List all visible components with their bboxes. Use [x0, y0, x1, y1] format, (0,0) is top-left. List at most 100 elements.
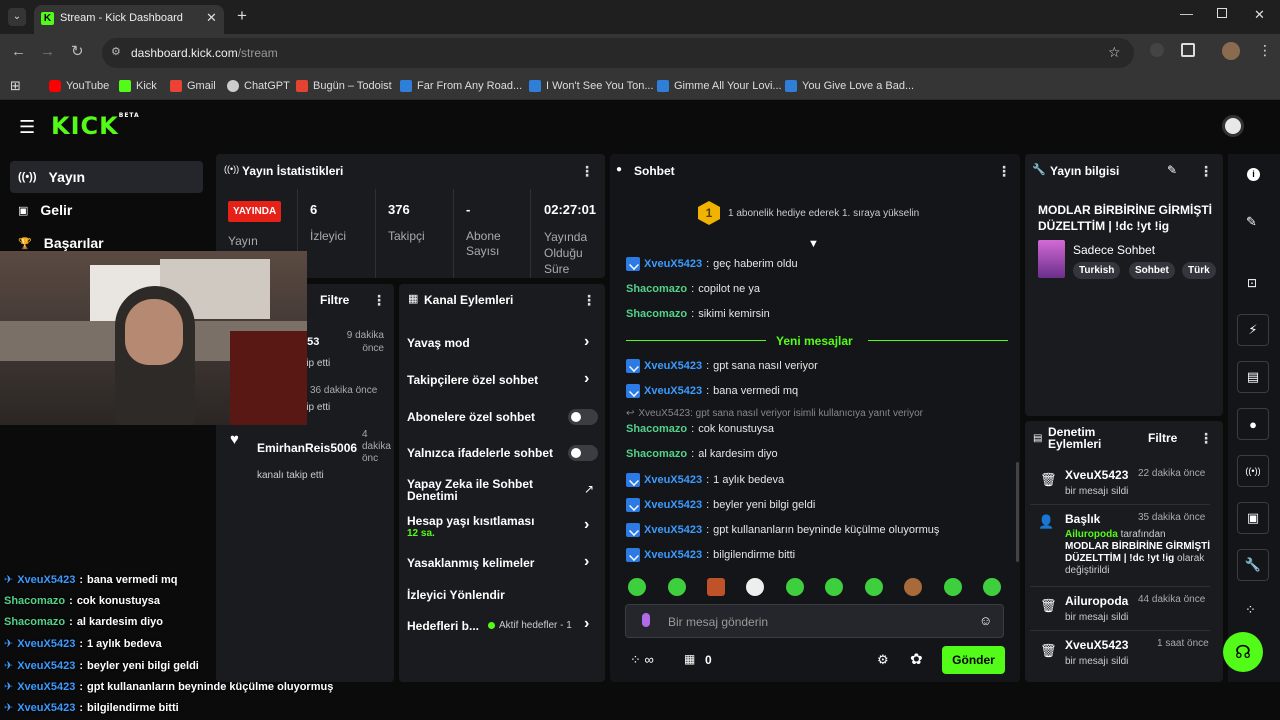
- bookmark-kick[interactable]: Kick: [119, 77, 157, 95]
- chat-username[interactable]: XveuX5423: [644, 524, 702, 536]
- browser-tab[interactable]: K Stream - Kick Dashboard ✕: [34, 5, 224, 34]
- subscribers-only-toggle[interactable]: [568, 409, 598, 425]
- bookmark-song-1[interactable]: Far From Any Road...: [400, 77, 522, 95]
- chevron-right-icon[interactable]: ›: [584, 516, 589, 534]
- emote-icon[interactable]: [668, 578, 686, 596]
- activity-menu-icon[interactable]: ⋮: [372, 292, 386, 309]
- url-field[interactable]: ⚙ dashboard.kick.com/stream ☆: [102, 38, 1134, 68]
- edit-icon[interactable]: ✎: [1167, 163, 1177, 177]
- new-tab-icon[interactable]: +: [237, 6, 247, 26]
- back-icon[interactable]: ←: [11, 43, 26, 60]
- user-avatar[interactable]: [1222, 115, 1244, 137]
- nav-item-yayin[interactable]: ((•)) Yayın: [18, 169, 85, 185]
- mod-menu-icon[interactable]: ⋮: [1199, 430, 1213, 447]
- emote-icon[interactable]: [786, 578, 804, 596]
- chat-username[interactable]: XveuX5423: [644, 385, 702, 397]
- extension-icon[interactable]: [1150, 43, 1164, 57]
- emote-icon[interactable]: [865, 578, 883, 596]
- site-info-icon[interactable]: ⚙: [111, 45, 121, 58]
- tools-button[interactable]: 🔧: [1237, 549, 1269, 581]
- chevron-right-icon[interactable]: ›: [584, 333, 589, 351]
- emote-icon[interactable]: [628, 578, 646, 596]
- chat-username[interactable]: XveuX5423: [644, 499, 702, 511]
- gift-banner[interactable]: 1 1 abonelik hediye ederek 1. sıraya yük…: [698, 201, 919, 225]
- pencil-icon[interactable]: ✎: [1246, 214, 1257, 230]
- quick-emote-icon[interactable]: ✿: [910, 650, 923, 668]
- broadcast-button[interactable]: ((•)): [1237, 455, 1269, 487]
- chevron-right-icon[interactable]: ›: [584, 615, 589, 633]
- bookmark-gmail[interactable]: Gmail: [170, 77, 216, 95]
- support-button[interactable]: ☊: [1223, 632, 1263, 672]
- close-tab-icon[interactable]: ✕: [206, 10, 217, 26]
- chat-settings-icon[interactable]: ⚙: [877, 652, 889, 668]
- action-goals[interactable]: Hedefleri b...: [407, 619, 479, 633]
- nav-item-basarilar[interactable]: 🏆 Başarılar: [18, 235, 104, 251]
- tag[interactable]: Türk: [1182, 262, 1216, 279]
- emote-icon[interactable]: [825, 578, 843, 596]
- bookmark-star-icon[interactable]: ☆: [1108, 44, 1121, 61]
- profile-avatar[interactable]: [1222, 42, 1240, 60]
- reload-icon[interactable]: ↻: [71, 42, 84, 60]
- quick-action-button[interactable]: ⚡: [1237, 314, 1269, 346]
- tab-list-button[interactable]: ⌄: [8, 8, 26, 26]
- action-raid[interactable]: İzleyici Yönlendir: [407, 588, 505, 602]
- stats-menu-icon[interactable]: ⋮: [580, 163, 594, 180]
- chevron-right-icon[interactable]: ›: [584, 370, 589, 388]
- emote-icon[interactable]: [707, 578, 725, 596]
- external-link-icon[interactable]: ↗: [584, 482, 594, 496]
- action-account-age[interactable]: Hesap yaşı kısıtlaması: [407, 514, 534, 528]
- emotes-only-toggle[interactable]: [568, 445, 598, 461]
- pin-icon[interactable]: ▼: [808, 238, 819, 250]
- stream-info-button[interactable]: ▣: [1237, 502, 1269, 534]
- extensions-puzzle-icon[interactable]: [1181, 43, 1195, 57]
- chat-username[interactable]: Shacomazo: [626, 448, 687, 460]
- action-ai-moderation[interactable]: Yapay Zeka ile Sohbet Denetimi: [407, 478, 557, 502]
- chevron-right-icon[interactable]: ›: [584, 553, 589, 571]
- mod-filter[interactable]: Filtre: [1148, 431, 1177, 445]
- chat-username[interactable]: Shacomazo: [626, 423, 687, 435]
- chat-username[interactable]: XveuX5423: [644, 549, 702, 561]
- activity-filter[interactable]: Filtre: [320, 293, 349, 307]
- emote-icon[interactable]: [944, 578, 962, 596]
- microphone-icon[interactable]: [642, 613, 650, 627]
- apps-grid-icon[interactable]: ⊞: [10, 78, 21, 94]
- screenshot-icon[interactable]: ⊡: [1247, 276, 1257, 290]
- mod-by[interactable]: Ailuropoda: [1065, 529, 1118, 540]
- bookmark-youtube[interactable]: YouTube: [49, 77, 109, 95]
- action-slow-mode[interactable]: Yavaş mod: [407, 336, 470, 350]
- chat-scrollbar[interactable]: [1016, 462, 1019, 562]
- bookmark-todoist[interactable]: Bugün – Todoist: [296, 77, 392, 95]
- category-name[interactable]: Sadece Sohbet: [1073, 243, 1155, 257]
- action-banned-words[interactable]: Yasaklanmış kelimeler: [407, 556, 534, 570]
- info-icon[interactable]: i: [1247, 168, 1260, 181]
- chat-username[interactable]: Shacomazo: [626, 308, 687, 320]
- chat-menu-icon[interactable]: ⋮: [997, 163, 1011, 180]
- maximize-icon[interactable]: [1217, 8, 1227, 18]
- chat-username[interactable]: XveuX5423: [644, 474, 702, 486]
- chat-button[interactable]: ●: [1237, 408, 1269, 440]
- chat-username[interactable]: Shacomazo: [626, 283, 687, 295]
- nav-item-gelir[interactable]: ▣ Gelir: [18, 202, 72, 218]
- emote-icon[interactable]: [983, 578, 1001, 596]
- chat-username[interactable]: XveuX5423: [644, 258, 702, 270]
- chat-input[interactable]: Bir mesaj gönderin ☺: [625, 604, 1004, 638]
- notes-button[interactable]: ▤: [1237, 361, 1269, 393]
- kick-logo[interactable]: KICKBETA: [51, 112, 140, 140]
- tag[interactable]: Sohbet: [1129, 262, 1175, 279]
- hamburger-menu-icon[interactable]: ☰: [19, 117, 35, 138]
- dots-icon[interactable]: ⁘: [1245, 602, 1256, 618]
- bookmark-song-2[interactable]: I Won't See You Ton...: [529, 77, 654, 95]
- minimize-icon[interactable]: —: [1180, 6, 1193, 21]
- send-button[interactable]: Gönder: [942, 646, 1005, 674]
- forward-icon[interactable]: →: [40, 43, 55, 60]
- bookmark-song-3[interactable]: Gimme All Your Lovi...: [657, 77, 782, 95]
- emote-icon[interactable]: [904, 578, 922, 596]
- close-window-icon[interactable]: ✕: [1254, 7, 1265, 23]
- tag[interactable]: Turkish: [1073, 262, 1121, 279]
- action-followers-only[interactable]: Takipçilere özel sohbet: [407, 373, 538, 387]
- emote-icon[interactable]: [746, 578, 764, 596]
- channel-actions-menu-icon[interactable]: ⋮: [582, 292, 596, 309]
- stream-info-menu-icon[interactable]: ⋮: [1199, 163, 1213, 180]
- bookmark-chatgpt[interactable]: ChatGPT: [227, 77, 290, 95]
- points-icon[interactable]: ⁘ ∞: [630, 652, 654, 668]
